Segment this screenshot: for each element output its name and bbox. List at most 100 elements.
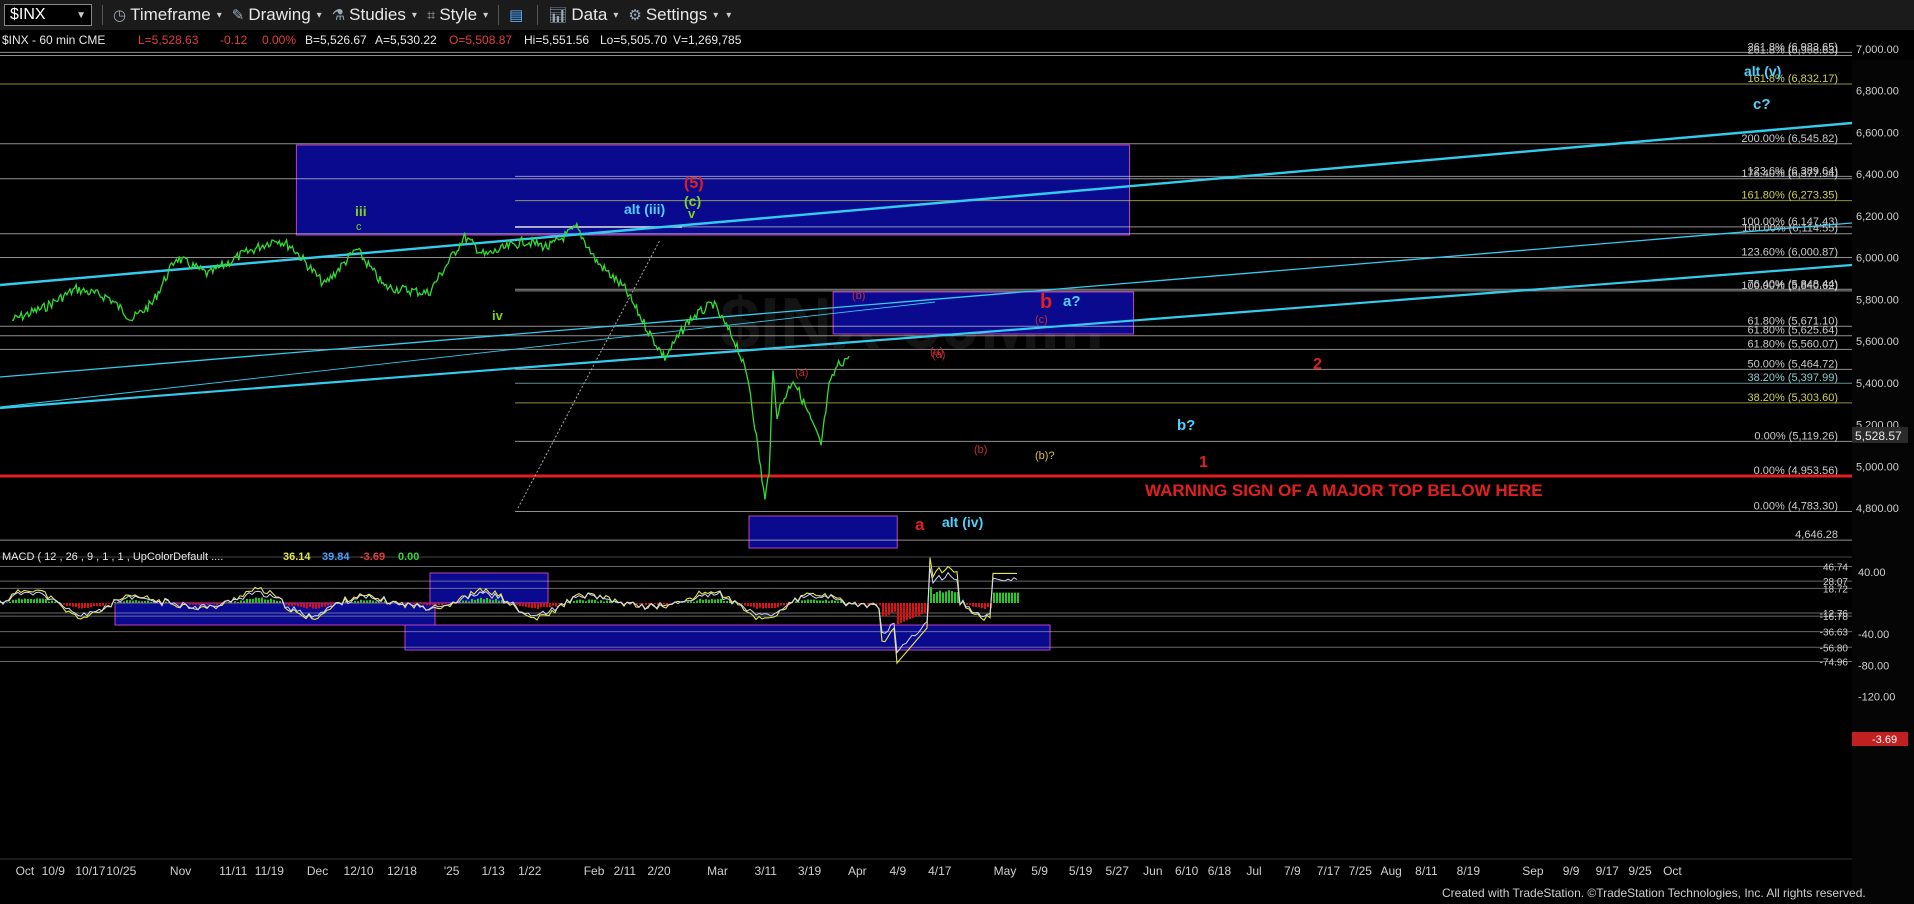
macd-bar: [327, 603, 329, 606]
layout-button[interactable]: ▤: [509, 6, 527, 24]
macd-tick: -40.00: [1858, 629, 1889, 641]
macd-bar: [315, 603, 317, 609]
macd-bar: [12, 599, 14, 603]
macd-bar: [42, 598, 44, 603]
macd-bar: [918, 603, 920, 616]
macd-bar: [933, 593, 935, 603]
macd-bar: [780, 603, 782, 606]
macd-bar: [90, 603, 92, 608]
macd-bar: [903, 603, 905, 622]
timeframe-menu[interactable]: ◷ Timeframe ▾: [113, 5, 222, 25]
style-menu[interactable]: ⌗ Style ▾: [427, 5, 488, 25]
data-menu[interactable]: 📊︎ Data ▾: [548, 5, 618, 25]
wave-label: v: [688, 206, 696, 221]
macd-level-label: -56.80: [1820, 643, 1849, 654]
macd-bar: [522, 603, 524, 607]
macd-bar: [243, 600, 245, 603]
macd-bar: [573, 600, 575, 603]
macd-bar: [270, 598, 272, 603]
macd-bar: [600, 600, 602, 603]
macd-bar: [516, 603, 518, 605]
macd-last-tag-text: -3.69: [1872, 734, 1897, 746]
macd-bar: [576, 600, 578, 603]
macd-bar: [261, 597, 263, 603]
layout-icon: ▤: [509, 7, 524, 24]
macd-bar: [294, 603, 296, 606]
time-tick: 8/19: [1457, 864, 1481, 878]
symbol-info: $INX - 60 min CME: [2, 33, 105, 47]
macd-bar: [117, 601, 119, 603]
macd-bar: [426, 603, 428, 606]
studies-menu[interactable]: ⚗ Studies ▾: [332, 5, 417, 25]
macd-bar: [75, 603, 77, 607]
time-tick: Oct: [1663, 864, 1682, 878]
macd-bar: [207, 603, 209, 605]
macd-bar: [420, 603, 422, 604]
chevron-down-icon: ▾: [216, 9, 222, 21]
macd-bar: [369, 599, 371, 603]
macd-bar: [471, 598, 473, 603]
macd-bar: [654, 603, 656, 604]
macd-bar: [378, 601, 380, 603]
price-tick: 6,800.00: [1856, 86, 1899, 98]
macd-bar: [666, 603, 668, 605]
macd-bar: [312, 603, 314, 609]
wave-label: (c): [1035, 314, 1048, 326]
time-tick: 3/19: [798, 864, 822, 878]
wave-label: c: [356, 221, 362, 233]
macd-bar: [72, 603, 74, 607]
macd-bar: [165, 601, 167, 603]
macd-bar: [705, 599, 707, 603]
wave-label: alt (v): [1744, 63, 1781, 79]
time-tick: 12/10: [344, 864, 374, 878]
macd-bar: [84, 603, 86, 608]
fib-label: 100.00% (5,840.62): [1741, 280, 1838, 292]
time-tick: 2/11: [614, 864, 637, 878]
macd-level-label: 18.72: [1823, 584, 1848, 595]
macd-bar: [438, 603, 440, 605]
macd-bar: [546, 603, 548, 608]
macd-bar: [897, 603, 899, 625]
macd-bar: [78, 603, 80, 609]
macd-bar: [915, 603, 917, 617]
settings-menu[interactable]: ⚙ Settings ▾: [628, 5, 718, 25]
drawing-menu[interactable]: ✎ Drawing ▾: [232, 5, 322, 25]
symbol-input[interactable]: $INX ▼: [4, 4, 92, 26]
macd-bar: [492, 600, 494, 603]
time-tick: Feb: [584, 864, 605, 878]
macd-bar: [639, 603, 641, 605]
wave-label: (5): [684, 175, 704, 192]
macd-bar: [948, 590, 950, 603]
macd-bar: [318, 603, 320, 609]
macd-bar: [552, 603, 554, 606]
macd-bar: [693, 601, 695, 603]
wave-label: (b)?: [1035, 450, 1055, 462]
macd-bar: [135, 600, 137, 603]
macd-bar: [885, 603, 887, 617]
macd-bar: [9, 601, 11, 603]
macd-bar: [234, 601, 236, 603]
macd-bar: [972, 603, 974, 607]
macd-bar: [822, 600, 824, 603]
macd-bar: [555, 603, 557, 607]
macd-bar: [195, 603, 197, 606]
time-tick: 7/25: [1349, 864, 1373, 878]
macd-bar: [375, 601, 377, 603]
macd-bar: [225, 602, 227, 603]
wave-label: b: [1040, 291, 1052, 313]
price-chart[interactable]: $INX - 60 min CME L=5,528.63 -0.12 0.00%…: [0, 30, 1914, 904]
chevron-down-icon[interactable]: ▾: [726, 10, 731, 21]
price-tick: 6,600.00: [1856, 127, 1899, 139]
style-label: Style: [439, 5, 478, 24]
macd-bar: [258, 598, 260, 603]
macd-bar: [777, 603, 779, 608]
macd-bar: [150, 601, 152, 603]
macd-bar: [534, 603, 536, 609]
macd-bar: [519, 603, 521, 607]
time-tick: 10/17: [75, 864, 105, 878]
time-tick: 7/17: [1317, 864, 1341, 878]
macd-bar: [669, 603, 671, 604]
data-label: Data: [571, 5, 608, 24]
macd-bar: [480, 597, 482, 603]
macd-bar: [999, 592, 1001, 603]
